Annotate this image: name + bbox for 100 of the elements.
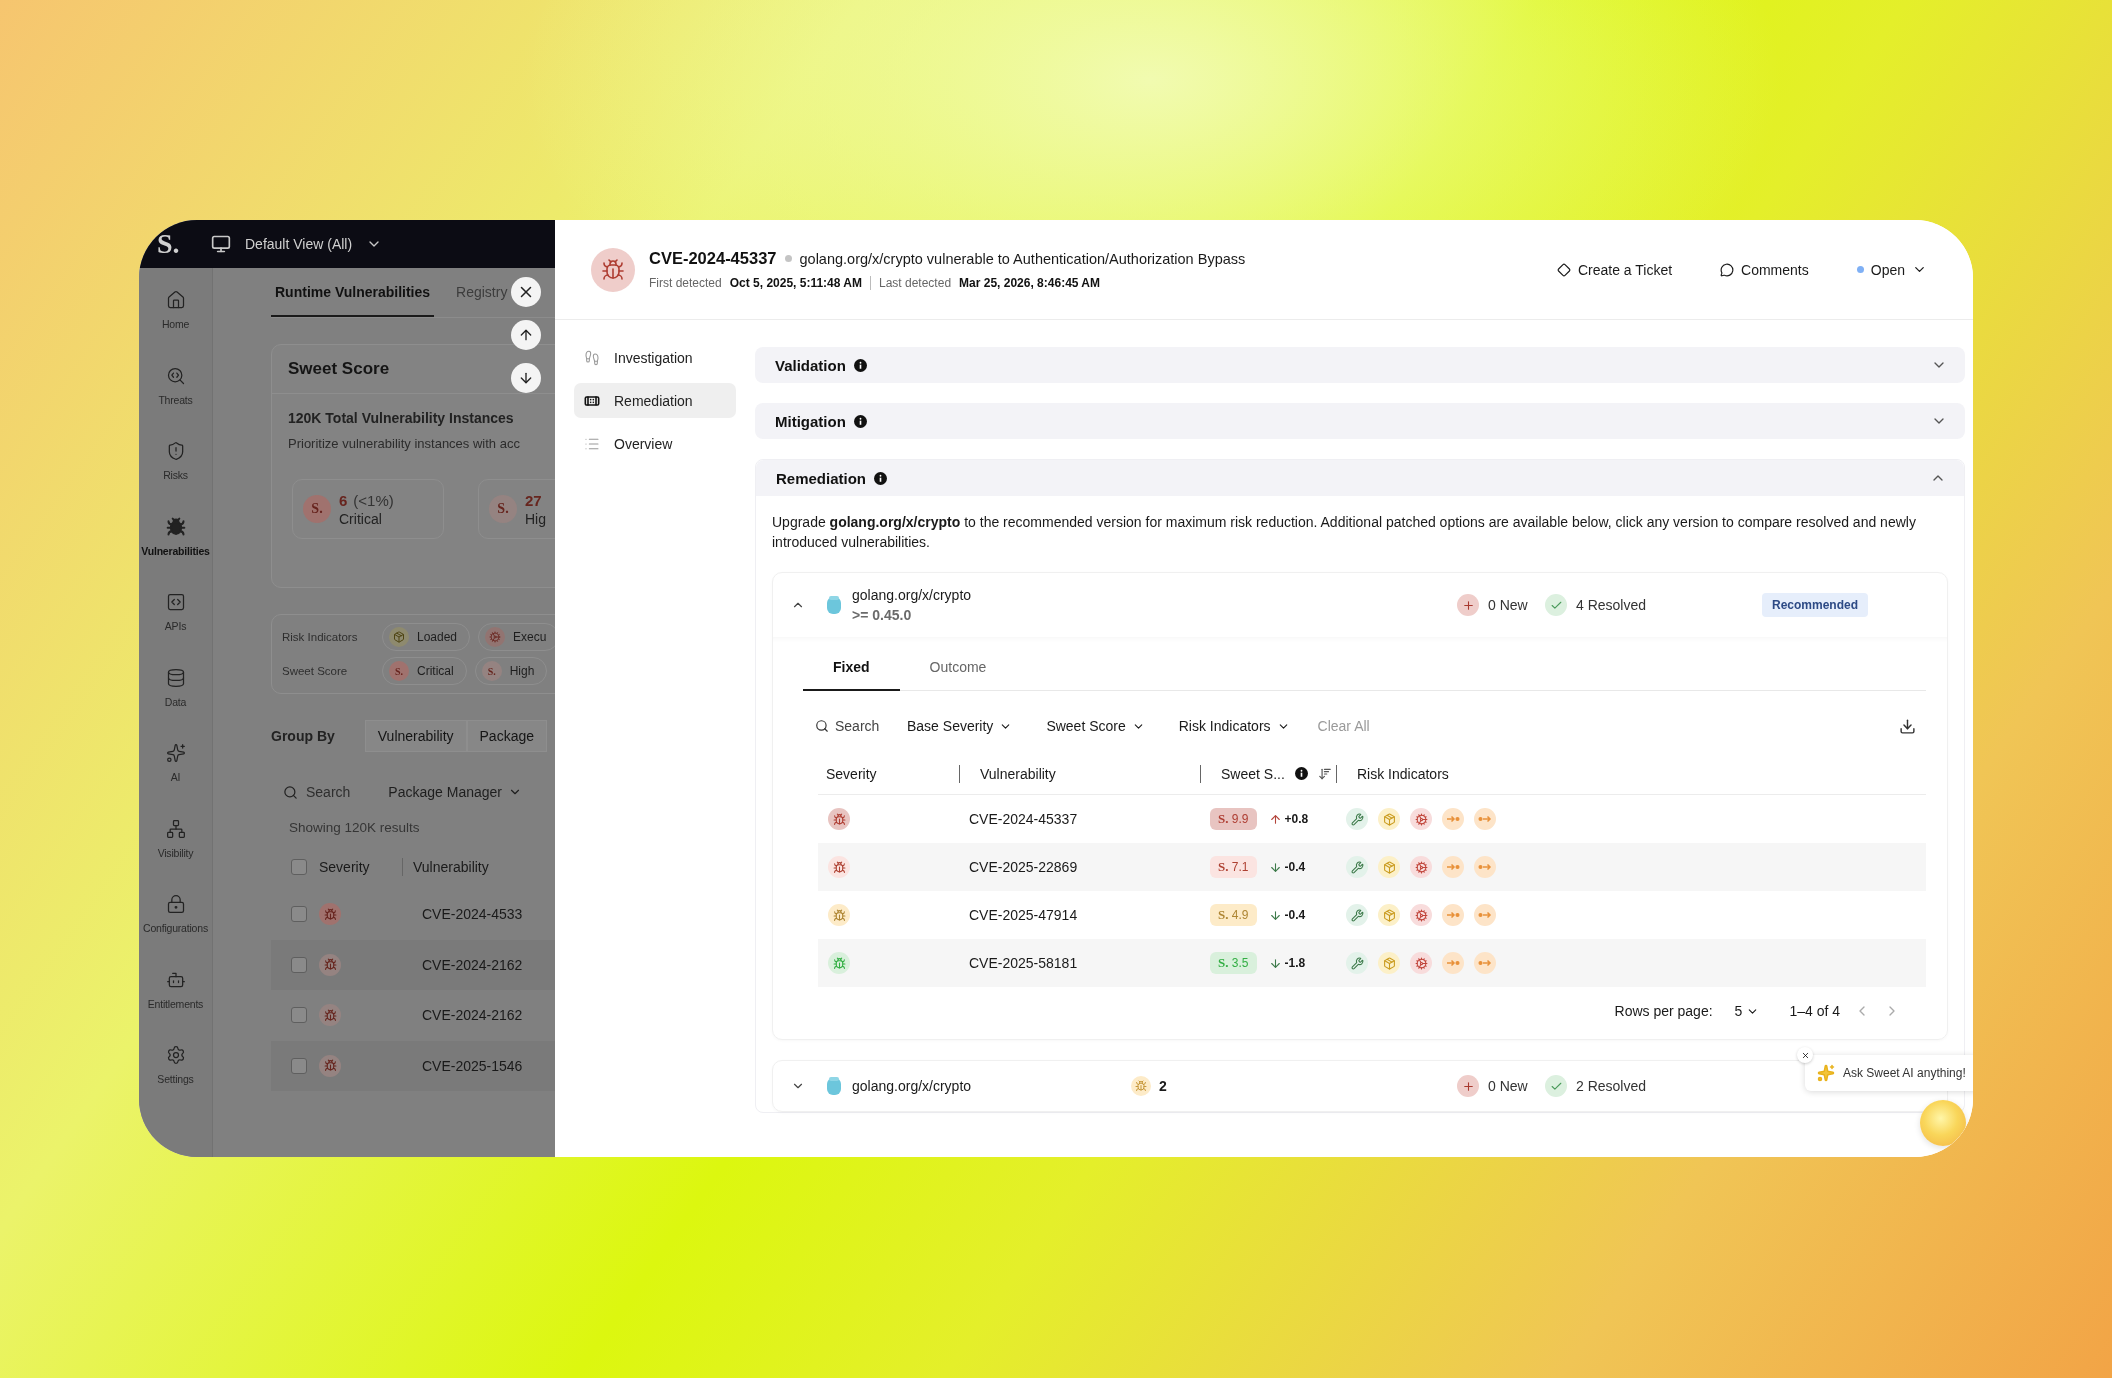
section-title[interactable]: Validation — [775, 356, 846, 374]
column-header: Severity — [318, 859, 371, 875]
tile-count: 27 — [525, 491, 543, 509]
detected-label: First detected — [649, 276, 722, 290]
section-nav-item[interactable]: Remediation — [574, 383, 736, 418]
tab[interactable]: Registry — [452, 268, 508, 317]
page-range: 1–4 of 4 — [1789, 1003, 1840, 1019]
group-by-label: Group By — [271, 728, 335, 744]
home-icon[interactable] — [165, 290, 186, 310]
score-logo: S. — [389, 661, 409, 681]
chip-label[interactable]: Critical — [417, 664, 454, 678]
chip-label[interactable]: Loaded — [417, 630, 458, 644]
package-manager-dropdown[interactable]: Package Manager — [388, 784, 522, 800]
create-ticket-button[interactable]: Create a Ticket — [1550, 257, 1679, 282]
checkbox[interactable] — [291, 956, 307, 973]
code-icon[interactable] — [165, 592, 186, 612]
chip-label[interactable]: Execu — [513, 630, 547, 644]
tile-label: Hig — [525, 510, 546, 527]
score-delta: -1.8 — [1284, 956, 1306, 970]
rows-per-page-select[interactable]: 5 — [1734, 1003, 1760, 1019]
new-count: 0 New — [1488, 597, 1528, 613]
clear-all-button[interactable]: Clear All — [1311, 714, 1376, 738]
score-pill: S. 9.9 — [1210, 808, 1257, 830]
tab[interactable]: Fixed — [803, 647, 900, 691]
database-icon[interactable] — [165, 667, 186, 688]
sort-icon[interactable] — [1317, 766, 1332, 781]
wrench-icon — [1346, 808, 1368, 830]
nav-label[interactable]: Home — [161, 318, 190, 330]
nav-label[interactable]: Visibility — [157, 846, 194, 859]
table-cell-text: CVE-2024-2162 — [422, 1007, 524, 1024]
table-cell-text: CVE-2024-4533 — [422, 906, 524, 923]
chip-label[interactable]: High — [509, 664, 535, 678]
bug-icon[interactable] — [165, 516, 186, 537]
assistant-prompt[interactable]: Ask Sweet AI anything! — [1843, 1066, 1966, 1080]
arrow-up-icon — [518, 327, 534, 343]
section-title[interactable]: Mitigation — [775, 412, 846, 430]
monitor-icon — [211, 234, 231, 254]
box-icon — [1378, 904, 1400, 926]
column-header: Severity — [825, 765, 878, 782]
status-dropdown[interactable]: Open — [1850, 257, 1933, 282]
check-icon — [1545, 1075, 1567, 1097]
nav-label[interactable]: Risks — [163, 469, 188, 481]
filter-dropdown[interactable]: Base Severity — [895, 714, 1025, 738]
score-tile[interactable]: S. 6 (<1%) Critical — [292, 479, 444, 539]
vulnerability-id: CVE-2024-45337 — [649, 249, 777, 268]
nav-label[interactable]: AI — [170, 771, 181, 783]
nav-label[interactable]: Threats — [158, 393, 193, 406]
info-icon — [1294, 767, 1308, 780]
code-search-icon[interactable] — [165, 365, 186, 386]
settings-icon[interactable] — [165, 1045, 186, 1065]
nav-label[interactable]: APIs — [164, 620, 187, 632]
column-header: Risk Indicators — [1357, 765, 1449, 782]
arrow-dot-icon — [1442, 952, 1464, 974]
package-icon — [826, 1076, 842, 1096]
arrow-dot-icon — [1442, 856, 1464, 878]
section-title[interactable]: Remediation — [776, 469, 866, 487]
checkbox[interactable] — [291, 1057, 307, 1074]
gear-icon — [485, 627, 506, 647]
search-icon — [815, 719, 829, 733]
detected-label: Last detected — [879, 276, 952, 290]
section-nav-item[interactable]: Overview — [574, 426, 736, 461]
box-icon — [1378, 808, 1400, 830]
comments-button[interactable]: Comments — [1714, 257, 1815, 282]
nav-label[interactable]: Settings — [157, 1073, 194, 1085]
diamond-icon — [1556, 262, 1571, 277]
remediation-text: Upgrade golang.org/x/crypto to the recommended version for maximum risk reduction. Additional patched options are available below, click any version to compare resolved and newly introduced vulnerabilities. — [772, 513, 1917, 552]
nav-label[interactable]: Entitlements — [147, 997, 204, 1010]
section-nav-item[interactable]: Investigation — [574, 340, 736, 375]
checkbox[interactable] — [291, 906, 307, 923]
score-logo: S. — [303, 495, 331, 523]
checkbox[interactable] — [291, 859, 307, 875]
view-selector[interactable]: Default View (All) — [245, 236, 353, 252]
nav-label[interactable]: Data — [164, 695, 187, 708]
tab[interactable]: Outcome — [899, 647, 1017, 691]
section-header[interactable]: Validation — [755, 347, 1965, 383]
assistant-bubble[interactable]: Ask Sweet AI anything! — [1805, 1055, 1973, 1091]
tab[interactable]: Runtime Vulnerabilities — [271, 268, 435, 317]
section-header[interactable]: Mitigation — [755, 403, 1965, 439]
gear-icon — [1410, 808, 1432, 830]
card-description: Prioritize vulnerability instances with acc — [287, 435, 521, 451]
nav-label[interactable]: Vulnerabilities — [141, 544, 210, 557]
group-option[interactable]: Vulnerability — [364, 720, 467, 752]
filter-dropdown[interactable]: Sweet Score — [1034, 714, 1157, 738]
nav-label[interactable]: Configurations — [143, 922, 208, 934]
score-pill: S. 3.5 — [1210, 952, 1257, 974]
filter-dropdown[interactable]: Risk Indicators — [1166, 714, 1302, 738]
filter-label: Risk Indicators — [282, 631, 359, 643]
section-header[interactable]: Remediation — [756, 460, 1964, 496]
table-cell-text: CVE-2024-2162 — [422, 956, 524, 973]
search-field[interactable]: Search — [306, 784, 351, 800]
plus-icon — [1457, 594, 1479, 616]
sparkles-icon[interactable] — [165, 743, 186, 763]
bug-icon — [1131, 1076, 1151, 1096]
results-count: Showing 120K results — [288, 819, 421, 835]
group-option[interactable]: Package — [466, 720, 547, 752]
network-icon[interactable] — [165, 818, 186, 839]
logo[interactable]: S. — [157, 228, 197, 260]
lock-icon[interactable] — [165, 894, 186, 914]
checkbox[interactable] — [291, 1007, 307, 1024]
download-icon — [1899, 717, 1916, 735]
